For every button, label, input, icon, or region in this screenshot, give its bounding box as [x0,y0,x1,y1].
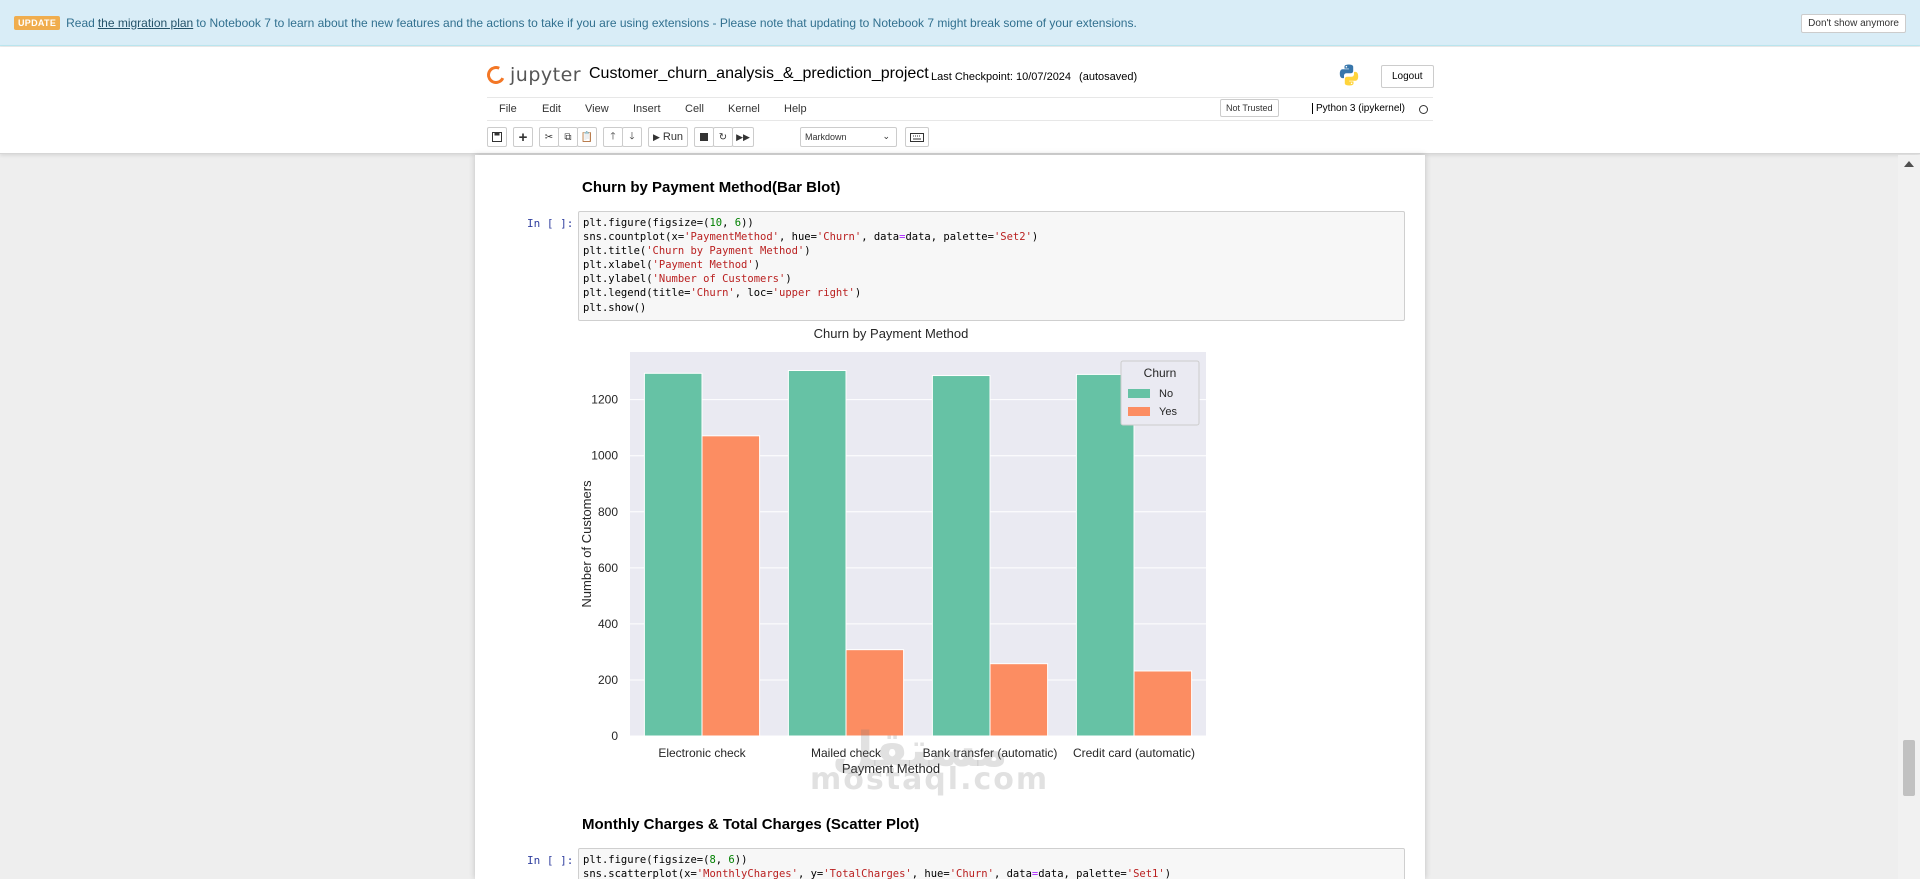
paste-button[interactable]: 📋 [577,127,597,147]
y-tick-label: 1200 [591,393,618,407]
banner-text-after: to Notebook 7 to learn about the new fea… [196,15,1137,30]
move-up-button[interactable]: 🡑 [603,127,623,147]
banner-text-before: Read [66,15,95,30]
chart-title: Churn by Payment Method [814,328,969,341]
migration-plan-link[interactable]: the migration plan [98,16,193,30]
menu-file[interactable]: File [499,103,517,115]
scroll-up-arrow-icon[interactable] [1904,161,1914,167]
churn-bar-chart: Churn by Payment Method 0 200 400 600 800 100… [579,328,1206,776]
jupyter-ring-icon [484,63,508,87]
input-prompt-2: In [ ]: [527,854,574,867]
cell-type-value: Markdown [805,132,847,142]
scrollbar-thumb[interactable] [1903,740,1915,796]
y-tick-label: 400 [598,617,618,631]
cell-type-select[interactable]: Markdown ⌄ [800,127,897,147]
legend-swatch-no [1128,389,1150,398]
y-tick-label: 200 [598,673,618,687]
bar-no-0 [643,372,703,737]
run-label: Run [662,131,684,143]
menu-help[interactable]: Help [784,103,807,115]
kernel-idle-indicator-icon [1419,105,1428,114]
markdown-heading-scatter-plot[interactable]: Monthly Charges & Total Charges (Scatter… [582,816,919,833]
notebook-header: jupyter Customer_churn_analysis_&_predic… [0,47,1920,154]
watermark-logo: mostaql.com [810,762,1050,797]
bar-yes-0 [701,435,761,737]
save-icon [492,132,502,142]
copy-icon: ⧉ [564,131,572,143]
menu-kernel[interactable]: Kernel [728,103,760,115]
menu-cell[interactable]: Cell [685,103,704,115]
insert-cell-button[interactable]: + [513,127,533,147]
notebook-name[interactable]: Customer_churn_analysis_&_prediction_pro… [589,65,929,83]
notebook-toolbar: + ✂ ⧉ 📋 🡑 🡓 ▶ Run ↻ ▶▶ Markdown ⌄ [487,127,1433,149]
scissors-icon: ✂ [544,131,554,143]
y-axis-label: Number of Customers [579,480,594,608]
bar-yes-3 [1133,670,1193,737]
logout-button[interactable]: Logout [1381,65,1434,88]
y-tick-label: 600 [598,561,618,575]
autosaved-text: (autosaved) [1079,71,1138,83]
run-button[interactable]: ▶ Run [648,127,688,147]
chevron-down-icon: ⌄ [882,131,890,141]
command-palette-button[interactable] [905,127,929,147]
y-tick-label: 0 [611,729,618,743]
bar-no-2 [931,375,991,737]
y-tick-label: 800 [598,505,618,519]
x-tick-label: Electronic check [658,746,746,760]
move-down-button[interactable]: 🡓 [622,127,642,147]
markdown-heading-bar-plot[interactable]: Churn by Payment Method(Bar Blot) [582,179,840,196]
input-prompt: In [ ]: [527,217,574,230]
restart-button[interactable]: ↻ [713,127,733,147]
jupyter-logo-text: jupyter [510,64,582,86]
keyboard-icon [910,132,924,142]
arrow-up-icon: 🡑 [610,130,616,142]
menu-view[interactable]: View [585,103,609,115]
not-trusted-badge[interactable]: Not Trusted [1220,99,1279,117]
menu-edit[interactable]: Edit [542,103,561,115]
update-banner: UPDATE Read the migration plan to Notebo… [0,0,1920,46]
dont-show-anymore-button[interactable]: Don't show anymore [1801,14,1906,33]
stop-icon [700,133,708,141]
interrupt-button[interactable] [694,127,714,147]
kernel-name[interactable]: Python 3 (ipykernel) [1312,103,1405,114]
x-tick-label: Credit card (automatic) [1073,746,1195,760]
bar-no-3 [1075,373,1135,737]
bar-no-1 [787,369,847,737]
legend-swatch-yes [1128,407,1150,416]
update-tag: UPDATE [14,15,61,30]
save-button[interactable] [487,127,507,147]
menu-insert[interactable]: Insert [633,103,661,115]
checkpoint-text: Last Checkpoint: 10/07/2024 [931,71,1072,83]
y-tick-label: 1000 [591,449,618,463]
vertical-scrollbar[interactable] [1898,155,1920,879]
restart-run-all-button[interactable]: ▶▶ [732,127,754,147]
arrow-down-icon: 🡓 [629,130,635,142]
legend-label-yes: Yes [1159,406,1177,418]
code-cell-scatter-plot[interactable]: plt.figure(figsize=(8, 6)) sns.scatterpl… [578,848,1405,879]
play-icon: ▶ [652,131,660,142]
python-logo-icon [1339,64,1359,86]
cut-button[interactable]: ✂ [539,127,559,147]
checkpoint-status: Last Checkpoint: 10/07/2024 (autosaved) [931,71,1137,83]
copy-button[interactable]: ⧉ [558,127,578,147]
code-cell-bar-plot[interactable]: plt.figure(figsize=(10, 6)) sns.countplo… [578,211,1405,321]
paste-icon: 📋 [580,131,594,143]
legend-title: Churn [1144,366,1177,380]
legend-label-no: No [1159,388,1173,400]
fast-forward-icon: ▶▶ [736,131,750,142]
plus-icon: + [518,128,528,146]
menu-bar: File Edit View Insert Cell Kernel Help [487,97,1433,121]
jupyter-logo[interactable]: jupyter [484,63,582,87]
restart-icon: ↻ [718,131,728,143]
chart-legend: Churn No Yes [1120,360,1200,426]
